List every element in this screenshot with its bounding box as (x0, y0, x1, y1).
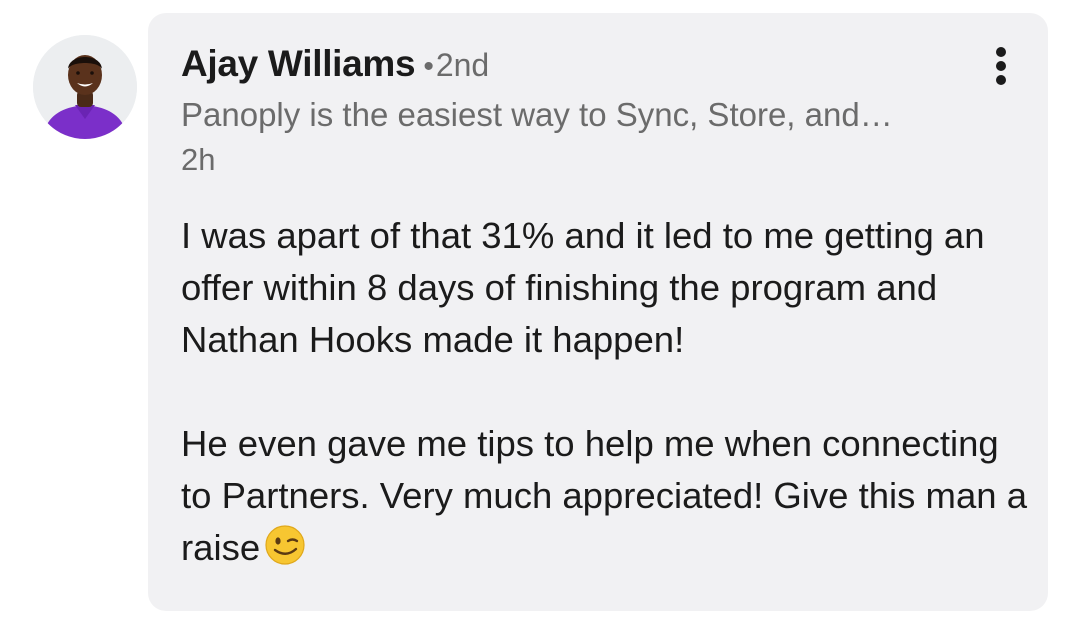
author-name[interactable]: Ajay Williams (181, 43, 416, 84)
comment-header: Ajay Williams •2nd (181, 41, 489, 95)
comment-timestamp: 2h (181, 142, 216, 177)
winking-face-icon (264, 524, 306, 566)
connection-degree: 2nd (435, 47, 490, 83)
vertical-ellipsis-icon (996, 75, 1006, 85)
comment-paragraph: I was apart of that 31% and it led to me… (181, 215, 985, 360)
vertical-ellipsis-icon (996, 61, 1006, 71)
author-headline: Panoply is the easiest way to Sync, Stor… (181, 96, 893, 133)
more-options-button[interactable] (986, 43, 1016, 89)
vertical-ellipsis-icon (996, 47, 1006, 57)
author-avatar[interactable] (33, 35, 137, 139)
comment-card: Ajay Williams •2nd Panoply is the easiest… (148, 13, 1048, 611)
degree-separator: • (423, 50, 434, 83)
comment-paragraph-with-emoji: He even gave me tips to help me when con… (181, 418, 1031, 574)
comment-paragraph: He even gave me tips to help me when con… (181, 423, 1027, 568)
profile-photo (33, 35, 137, 139)
comment-text: I was apart of that 31% and it led to me… (181, 210, 1031, 574)
